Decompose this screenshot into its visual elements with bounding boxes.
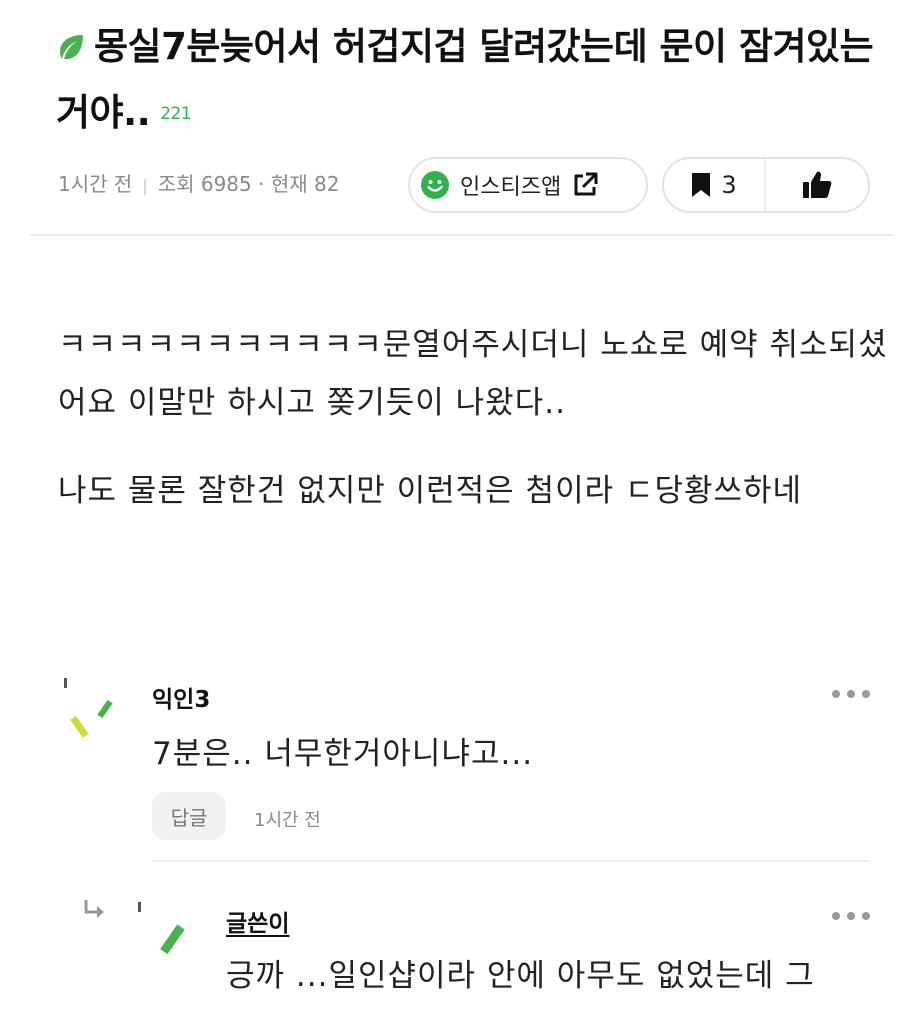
comment-time: 1시간 전 (254, 810, 321, 831)
post-meta: 1시간 전 | 조회 6985 · 현재 82 (58, 168, 339, 197)
avatar (64, 678, 113, 738)
post-header: 몽실7분늦어서 허겁지겁 달려갔는데 문이 잠겨있는거야.. 221 (56, 14, 876, 147)
more-icon[interactable] (830, 910, 872, 922)
comment-text: 긍까 ...일인샵이라 안에 아무도 없었는데 그 (226, 958, 815, 994)
thumbs-up-icon (803, 171, 832, 198)
post-body: ㅋㅋㅋㅋㅋㅋㅋㅋㅋㅋㅋ문열어주시더니 노쇼로 예약 취소되셨어요 이말만 하시고… (58, 316, 888, 550)
bookmark-count: 3 (721, 171, 737, 199)
like-button[interactable] (766, 159, 868, 211)
header-divider (30, 234, 894, 236)
open-app-label: 인스티즈앱 (460, 175, 562, 200)
post-paragraph: ㅋㅋㅋㅋㅋㅋㅋㅋㅋㅋㅋ문열어주시더니 노쇼로 예약 취소되셨어요 이말만 하시고… (58, 327, 888, 421)
reply-arrow-icon (84, 900, 104, 918)
post-actions: 3 (662, 157, 870, 213)
bookmark-icon (692, 173, 711, 197)
more-icon[interactable] (830, 688, 872, 700)
post-paragraph: 나도 물론 잘한건 없지만 이런적은 첨이라 ㄷ당황쓰하네 (58, 473, 803, 509)
bookmark-button[interactable]: 3 (664, 159, 767, 211)
post-views: 조회 6985 · 현재 82 (157, 172, 340, 196)
avatar (138, 902, 185, 955)
external-link-icon (574, 172, 598, 196)
comment-count[interactable]: 221 (160, 104, 191, 124)
comment-divider (152, 860, 870, 862)
comment-author[interactable]: 글쓴이 (226, 904, 289, 938)
reply-button[interactable]: 답글 (152, 792, 226, 840)
smile-icon (421, 171, 449, 199)
leaf-icon (60, 35, 83, 60)
comment-author[interactable]: 익인3 (152, 680, 210, 714)
post-title: 몽실7분늦어서 허겁지겁 달려갔는데 문이 잠겨있는거야.. 221 (56, 14, 876, 147)
meta-separator: | (142, 176, 148, 195)
post-time: 1시간 전 (58, 172, 133, 196)
comment-text: 7분은.. 너무한거아니냐고... (152, 736, 534, 772)
open-app-button[interactable]: 인스티즈앱 (408, 157, 648, 213)
